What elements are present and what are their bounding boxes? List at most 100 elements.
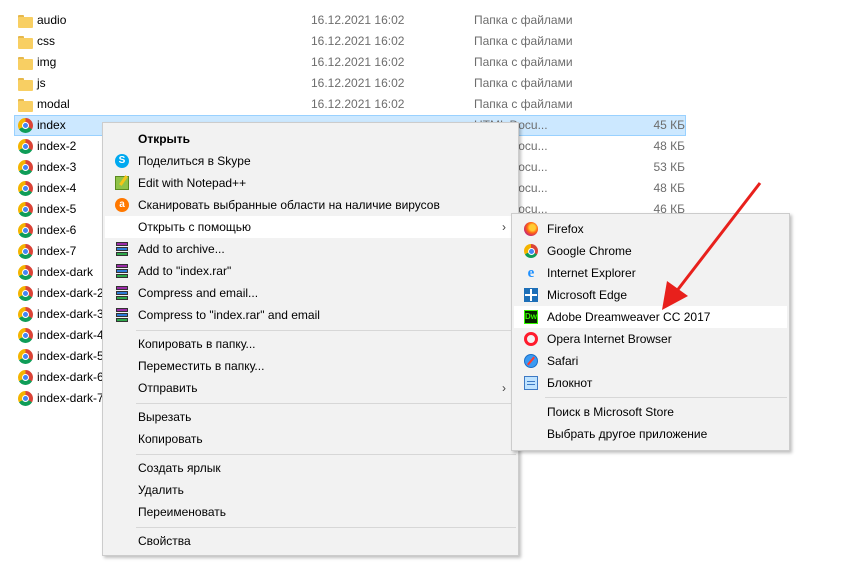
opera-icon — [524, 332, 538, 346]
menu-item-share-skype[interactable]: S Поделиться в Skype — [105, 150, 516, 172]
menu-item-label: Сканировать выбранные области на наличие… — [138, 198, 440, 212]
menu-item-label: Свойства — [138, 534, 191, 548]
menu-item-label: Opera Internet Browser — [547, 332, 672, 346]
menu-item-label: Поиск в Microsoft Store — [547, 405, 674, 419]
folder-icon — [18, 78, 33, 93]
file-name: index-4 — [37, 181, 77, 195]
menu-item-label: Удалить — [138, 483, 184, 497]
menu-item-compress-email[interactable]: Compress and email... — [105, 282, 516, 304]
submenu-item-dreamweaver[interactable]: Dw Adobe Dreamweaver CC 2017 — [514, 306, 787, 328]
firefox-icon — [524, 222, 538, 236]
menu-item-send-to[interactable]: Отправить › — [105, 377, 516, 399]
menu-item-add-rar[interactable]: Add to "index.rar" — [105, 260, 516, 282]
file-name: index-7 — [37, 244, 77, 258]
menu-item-move-to[interactable]: Переместить в папку... — [105, 355, 516, 377]
file-date: 16.12.2021 16:02 — [311, 55, 405, 69]
menu-item-label: Safari — [547, 354, 579, 368]
menu-item-label: Создать ярлык — [138, 461, 221, 475]
menu-separator — [136, 454, 516, 455]
edge-icon — [524, 288, 538, 302]
chrome-html-icon — [18, 202, 33, 217]
submenu-item-edge[interactable]: Microsoft Edge — [514, 284, 787, 306]
menu-item-delete[interactable]: Удалить — [105, 479, 516, 501]
file-row[interactable]: img 16.12.2021 16:02 Папка с файлами — [0, 52, 850, 73]
menu-item-add-archive[interactable]: Add to archive... — [105, 238, 516, 260]
menu-item-label: Копировать в папку... — [138, 337, 256, 351]
file-date: 16.12.2021 16:02 — [311, 97, 405, 111]
menu-item-properties[interactable]: Свойства — [105, 530, 516, 552]
submenu-item-ie[interactable]: e Internet Explorer — [514, 262, 787, 284]
file-row[interactable]: css 16.12.2021 16:02 Папка с файлами — [0, 31, 850, 52]
file-name: index-dark-7 — [37, 391, 104, 405]
file-date: 16.12.2021 16:02 — [311, 76, 405, 90]
file-type: Папка с файлами — [474, 13, 573, 27]
menu-item-open[interactable]: Открыть — [105, 128, 516, 150]
folder-icon — [18, 36, 33, 51]
internet-explorer-icon: e — [527, 265, 535, 281]
file-type: Папка с файлами — [474, 97, 573, 111]
dreamweaver-icon: Dw — [524, 310, 538, 324]
menu-separator — [136, 527, 516, 528]
menu-item-label: Переместить в папку... — [138, 359, 265, 373]
file-name: img — [37, 55, 57, 69]
winrar-icon — [115, 264, 129, 278]
file-date: 16.12.2021 16:02 — [311, 34, 405, 48]
chrome-html-icon — [18, 391, 33, 406]
submenu-item-store-search[interactable]: Поиск в Microsoft Store — [514, 401, 787, 423]
file-name: css — [37, 34, 55, 48]
submenu-item-chrome[interactable]: Google Chrome — [514, 240, 787, 262]
skype-icon: S — [115, 154, 129, 168]
menu-separator — [136, 403, 516, 404]
file-name: index-5 — [37, 202, 77, 216]
menu-item-copy[interactable]: Копировать — [105, 428, 516, 450]
file-name: index-3 — [37, 160, 77, 174]
menu-item-label: Открыть с помощью — [138, 220, 252, 234]
menu-item-scan-virus[interactable]: a Сканировать выбранные области на налич… — [105, 194, 516, 216]
menu-item-edit-notepadpp[interactable]: Edit with Notepad++ — [105, 172, 516, 194]
file-size: 48 КБ — [653, 139, 685, 153]
chrome-html-icon — [18, 181, 33, 196]
submenu-item-opera[interactable]: Opera Internet Browser — [514, 328, 787, 350]
chrome-html-icon — [18, 370, 33, 385]
menu-item-copy-to[interactable]: Копировать в папку... — [105, 333, 516, 355]
chrome-html-icon — [18, 244, 33, 259]
submenu-item-choose-other[interactable]: Выбрать другое приложение — [514, 423, 787, 445]
chrome-html-icon — [18, 349, 33, 364]
chrome-html-icon — [18, 223, 33, 238]
file-name: index-2 — [37, 139, 77, 153]
submenu-item-firefox[interactable]: Firefox — [514, 218, 787, 240]
chrome-html-icon — [18, 328, 33, 343]
menu-item-label: Edit with Notepad++ — [138, 176, 247, 190]
menu-item-label: Compress to "index.rar" and email — [138, 308, 320, 322]
menu-item-label: Firefox — [547, 222, 584, 236]
file-type: Папка с файлами — [474, 76, 573, 90]
menu-item-rename[interactable]: Переименовать — [105, 501, 516, 523]
folder-icon — [18, 99, 33, 114]
menu-item-label: Вырезать — [138, 410, 192, 424]
menu-item-create-shortcut[interactable]: Создать ярлык — [105, 457, 516, 479]
menu-item-open-with[interactable]: Открыть с помощью › — [105, 216, 516, 238]
menu-item-label: Выбрать другое приложение — [547, 427, 708, 441]
menu-item-compress-rar-email[interactable]: Compress to "index.rar" and email — [105, 304, 516, 326]
notepad-icon — [524, 376, 538, 390]
menu-item-cut[interactable]: Вырезать — [105, 406, 516, 428]
chrome-html-icon — [18, 139, 33, 154]
file-name: index-dark-2 — [37, 286, 104, 300]
menu-item-label: Копировать — [138, 432, 203, 446]
menu-item-label: Блокнот — [547, 376, 593, 390]
file-name: js — [37, 76, 46, 90]
chevron-right-icon: › — [502, 381, 506, 395]
file-name: index-dark-5 — [37, 349, 104, 363]
open-with-submenu: Firefox Google Chrome e Internet Explore… — [511, 213, 790, 451]
submenu-item-notepad[interactable]: Блокнот — [514, 372, 787, 394]
avast-icon: a — [115, 198, 129, 212]
file-row[interactable]: js 16.12.2021 16:02 Папка с файлами — [0, 73, 850, 94]
file-name: index — [37, 118, 66, 132]
notepadpp-icon — [115, 176, 129, 190]
menu-item-label: Microsoft Edge — [547, 288, 628, 302]
submenu-item-safari[interactable]: Safari — [514, 350, 787, 372]
file-row[interactable]: audio 16.12.2021 16:02 Папка с файлами — [0, 10, 850, 31]
file-row[interactable]: modal 16.12.2021 16:02 Папка с файлами — [0, 94, 850, 115]
folder-icon — [18, 57, 33, 72]
winrar-icon — [115, 242, 129, 256]
